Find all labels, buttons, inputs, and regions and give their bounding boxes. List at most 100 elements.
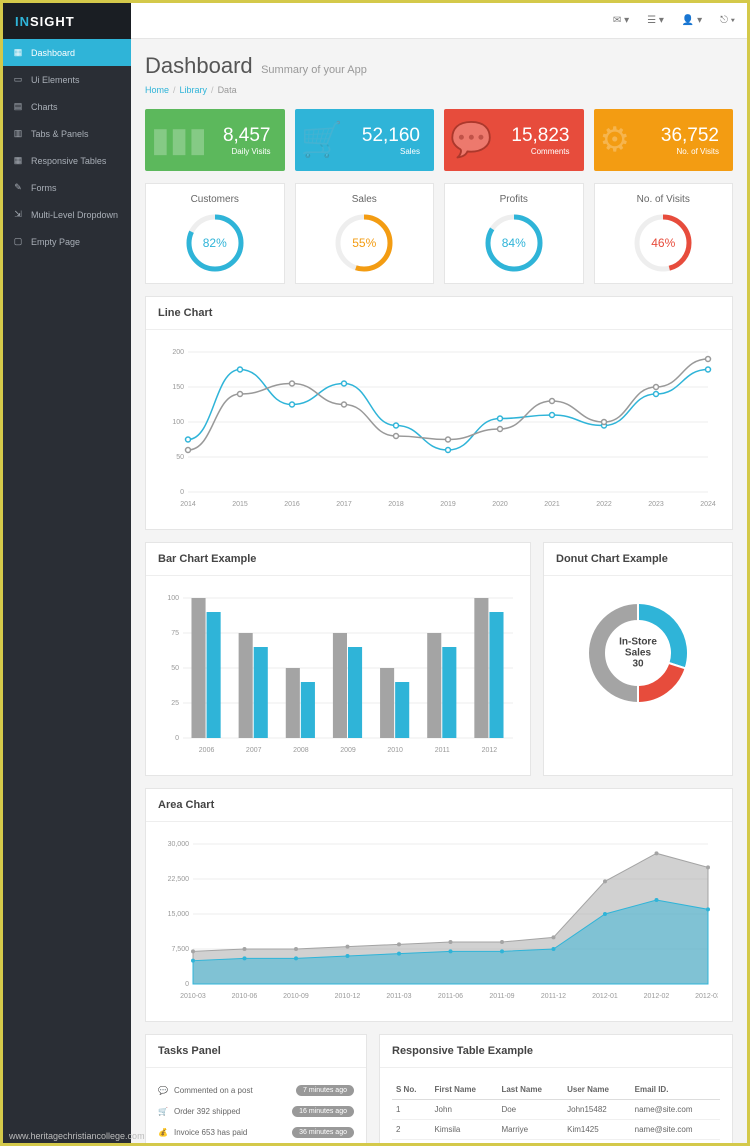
table-panel: Responsive Table Example S No.First Name… <box>379 1034 733 1143</box>
sidebar-item-tabs-panels[interactable]: ▥Tabs & Panels <box>3 120 131 147</box>
svg-text:25: 25 <box>171 700 179 707</box>
table-cell: John <box>431 1100 498 1120</box>
app-logo[interactable]: INSIGHT <box>3 3 131 39</box>
svg-text:2014: 2014 <box>180 501 196 508</box>
svg-text:2023: 2023 <box>648 501 664 508</box>
nav-icon: ▦ <box>13 47 23 58</box>
sidebar-item-multi-level-dropdown[interactable]: ⇲Multi-Level Dropdown <box>3 201 131 228</box>
stat-card[interactable]: 🛒52,160Sales <box>295 109 435 171</box>
sidebar-item-ui-elements[interactable]: ▭Ui Elements <box>3 66 131 93</box>
nav-icon: ▤ <box>13 101 23 112</box>
svg-text:2011: 2011 <box>435 747 450 754</box>
bar-chart-panel: Bar Chart Example 0255075100200620072008… <box>145 542 531 776</box>
table-header: Last Name <box>497 1080 563 1100</box>
line-chart-title: Line Chart <box>146 297 732 330</box>
table-cell: Rossye <box>431 1140 498 1144</box>
table-cell: name@site.com <box>631 1140 720 1144</box>
stat-value: 8,457 <box>223 125 271 147</box>
svg-text:2010-06: 2010-06 <box>232 993 258 1000</box>
breadcrumb-item: Data <box>218 85 237 95</box>
sidebar-item-forms[interactable]: ✎Forms <box>3 174 131 201</box>
sidebar-item-dashboard[interactable]: ▦Dashboard <box>3 39 131 66</box>
table-row[interactable]: 1JohnDoeJohn15482name@site.com <box>392 1100 720 1120</box>
sidebar-item-charts[interactable]: ▤ Charts <box>3 93 131 120</box>
task-icon: 💰 <box>158 1128 168 1137</box>
task-item[interactable]: 🛒Order 392 shipped16 minutes ago <box>158 1101 354 1122</box>
table-row[interactable]: 3RossyeNermalRossy1245name@site.com <box>392 1140 720 1144</box>
svg-text:2011-09: 2011-09 <box>489 993 514 1000</box>
page-subtitle: Summary of your App <box>261 64 367 76</box>
stat-card[interactable]: 💬15,823Comments <box>444 109 584 171</box>
sidebar-item-empty-page[interactable]: ▢Empty Page <box>3 228 131 255</box>
circle-pct: 84% <box>502 236 526 250</box>
svg-text:2011-03: 2011-03 <box>386 993 411 1000</box>
logout-icon[interactable]: ⎋ ▾ <box>720 15 735 26</box>
data-table: S No.First NameLast NameUser NameEmail I… <box>392 1080 720 1143</box>
breadcrumb-item[interactable]: Home <box>145 85 169 95</box>
task-item[interactable]: 💰 Invoice 653 has paid 36 minutes ago <box>158 1122 354 1143</box>
svg-text:15,000: 15,000 <box>168 911 190 918</box>
svg-text:100: 100 <box>172 419 184 426</box>
svg-text:2006: 2006 <box>199 747 215 754</box>
stat-card[interactable]: ▮▮▮8,457Daily Visits <box>145 109 285 171</box>
nav-icon: ▢ <box>13 236 23 247</box>
task-text: Order 392 shipped <box>174 1107 240 1116</box>
task-item[interactable]: 💬Commented on a post7 minutes ago <box>158 1080 354 1101</box>
stat-card[interactable]: ⚙36,752No. of Visits <box>594 109 734 171</box>
breadcrumb-item[interactable]: Library <box>180 85 208 95</box>
stat-value: 15,823 <box>511 125 569 147</box>
svg-text:7,500: 7,500 <box>171 946 189 953</box>
task-text: Invoice 653 has paid <box>174 1128 247 1137</box>
circle-card: No. of Visits 46% <box>594 183 734 284</box>
nav-icon: ⇲ <box>13 209 23 220</box>
circle-pct: 55% <box>352 236 376 250</box>
task-icon: 💬 <box>158 1086 168 1095</box>
table-cell: name@site.com <box>631 1100 720 1120</box>
stat-value: 36,752 <box>661 125 719 147</box>
table-cell: Rossy1245 <box>563 1140 631 1144</box>
table-cell: 1 <box>392 1100 431 1120</box>
donut-chart-panel: Donut Chart Example In-Store Sales30 <box>543 542 733 776</box>
circle-card: Customers82% <box>145 183 285 284</box>
svg-text:0: 0 <box>185 981 189 988</box>
user-icon[interactable]: 👤 ▾ <box>682 15 702 26</box>
stat-icon: ⚙ <box>600 120 630 160</box>
nav-icon: ▥ <box>13 128 23 139</box>
table-cell: Doe <box>497 1100 563 1120</box>
svg-text:2019: 2019 <box>440 501 456 508</box>
svg-text:2010-03: 2010-03 <box>180 993 206 1000</box>
table-row[interactable]: 2KimsilaMarriyeKim1425name@site.com <box>392 1120 720 1140</box>
sidebar: ▦Dashboard▭Ui Elements ▤ Charts ▥Tabs & Pan… <box>3 39 131 1143</box>
svg-text:0: 0 <box>180 489 184 496</box>
task-time: 36 minutes ago <box>292 1127 354 1138</box>
sidebar-item-label: Charts <box>31 102 58 112</box>
svg-text:2015: 2015 <box>232 501 248 508</box>
alerts-icon[interactable]: ☰ ▾ <box>647 15 664 26</box>
line-chart: 0501001502002014201520162017201820192020… <box>158 342 718 512</box>
mail-icon[interactable]: ✉ ▾ <box>613 15 629 26</box>
svg-text:2018: 2018 <box>388 501 404 508</box>
stat-icon: ▮▮▮ <box>151 120 207 160</box>
sidebar-item-responsive-tables[interactable]: ▦Responsive Tables <box>3 147 131 174</box>
svg-text:2009: 2009 <box>340 747 356 754</box>
circle-pct: 46% <box>651 236 675 250</box>
circle-title: No. of Visits <box>605 194 723 205</box>
tasks-panel: Tasks Panel 💬Commented on a post7 minute… <box>145 1034 367 1143</box>
stat-value: 52,160 <box>362 125 420 147</box>
sidebar-item-label: Ui Elements <box>31 75 80 85</box>
area-chart-panel: Area Chart 07,50015,00022,50030,0002010-… <box>145 788 733 1022</box>
table-header: S No. <box>392 1080 431 1100</box>
stats-row: ▮▮▮8,457Daily Visits🛒52,160Sales💬15,823C… <box>145 109 733 171</box>
area-chart: 07,50015,00022,50030,0002010-032010-0620… <box>158 834 718 1004</box>
svg-text:2010-12: 2010-12 <box>335 993 361 1000</box>
stat-icon: 🛒 <box>301 120 343 160</box>
svg-text:2016: 2016 <box>284 501 300 508</box>
svg-text:2012-01: 2012-01 <box>592 993 618 1000</box>
table-title: Responsive Table Example <box>380 1035 732 1068</box>
circles-row: Customers82%Sales55%Profits84%No. of Vis… <box>145 183 733 284</box>
tasks-title: Tasks Panel <box>146 1035 366 1068</box>
sidebar-item-label: Responsive Tables <box>31 156 106 166</box>
table-header: First Name <box>431 1080 498 1100</box>
circle-card: Profits84% <box>444 183 584 284</box>
line-chart-panel: Line Chart 05010015020020142015201620172… <box>145 296 733 530</box>
